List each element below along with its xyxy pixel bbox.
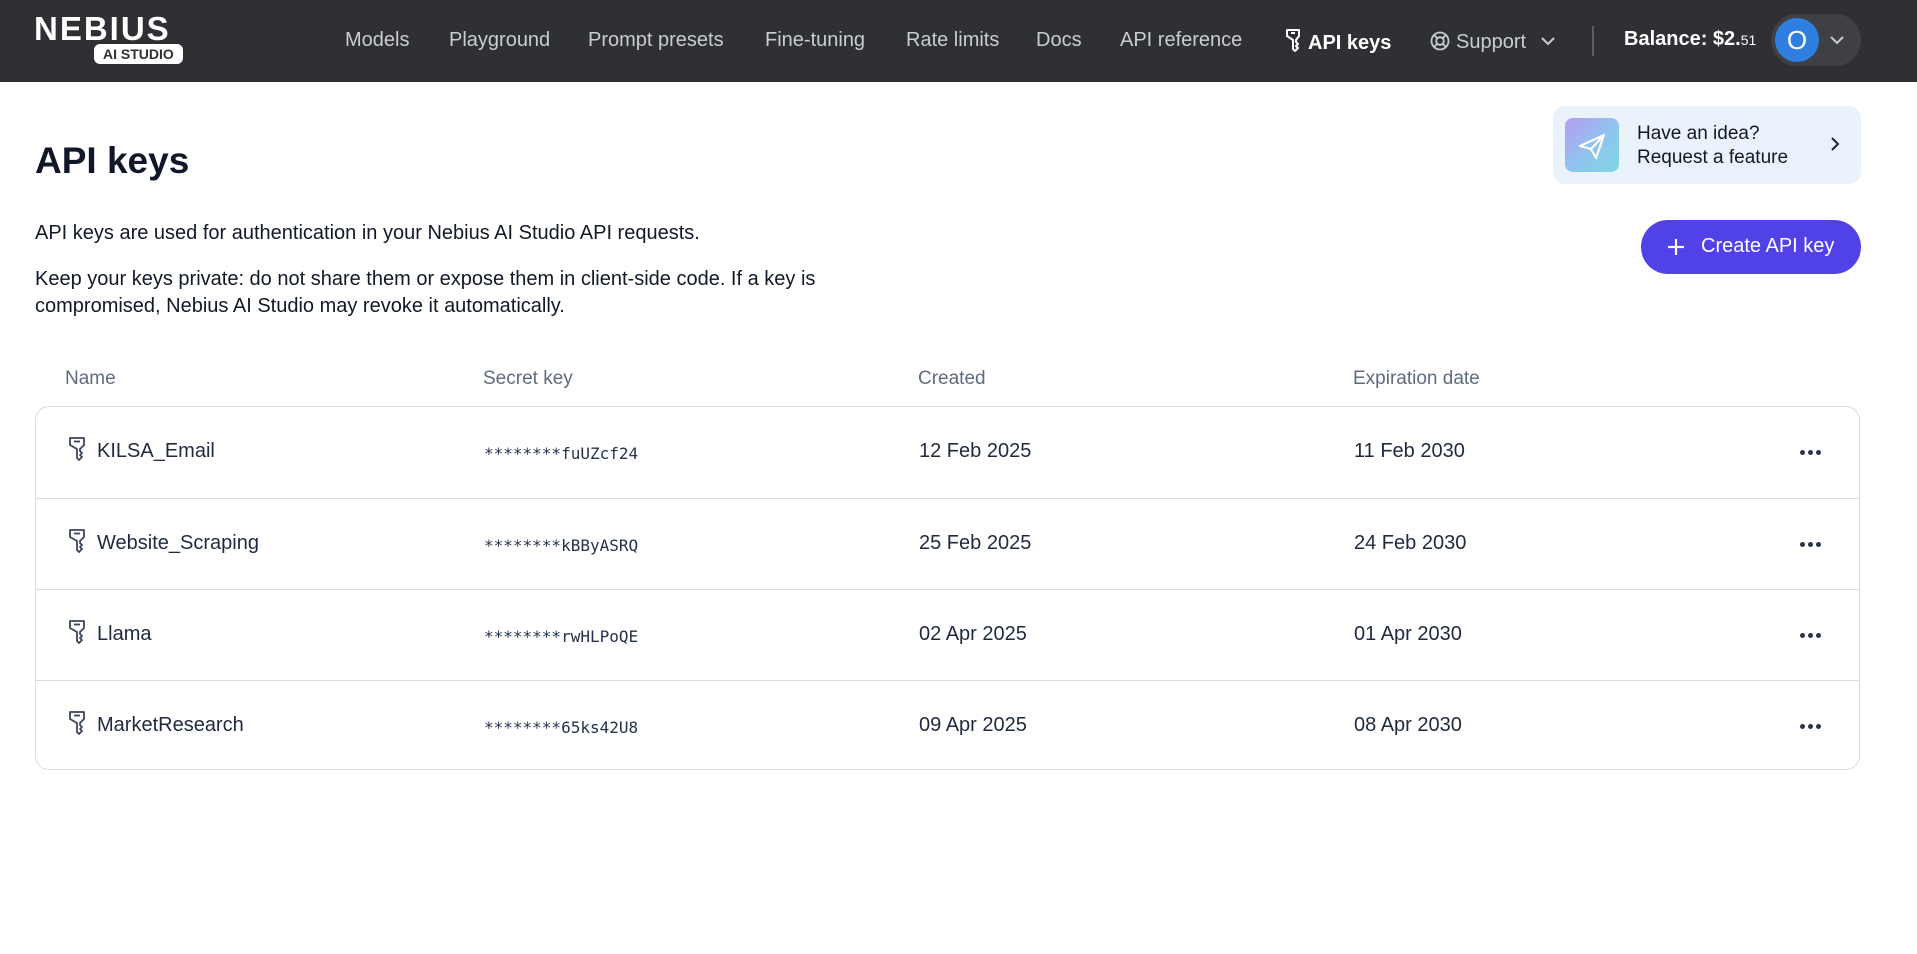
- table-row[interactable]: Llama ********rwHLPoQE 02 Apr 2025 01 Ap…: [36, 589, 1859, 681]
- request-feature-text: Have an idea? Request a feature: [1637, 122, 1788, 170]
- balance-display: Balance: $2.51: [1624, 28, 1756, 51]
- table-row[interactable]: Website_Scraping ********kBByASRQ 25 Feb…: [36, 498, 1859, 590]
- expiration-date: 08 Apr 2030: [1354, 714, 1462, 736]
- created-date: 09 Apr 2025: [919, 714, 1027, 736]
- api-keys-table: KILSA_Email ********fuUZcf24 12 Feb 2025…: [35, 406, 1860, 770]
- page-warning: Keep your keys private: do not share the…: [35, 268, 816, 317]
- page-description: API keys are used for authentication in …: [35, 222, 700, 244]
- balance-cents: 51: [1740, 32, 1757, 48]
- top-navigation-bar: NEBIUS AI STUDIO Models Playground Promp…: [0, 0, 1917, 82]
- logo-subtitle: AI STUDIO: [94, 44, 183, 64]
- balance-amount: Balance: $2.: [1624, 28, 1741, 50]
- nav-api-keys-label: API keys: [1308, 32, 1392, 54]
- nav-api-keys[interactable]: API keys: [1284, 28, 1391, 58]
- key-name: KILSA_Email: [97, 440, 215, 462]
- more-options-icon[interactable]: [1798, 714, 1824, 738]
- key-name: Llama: [97, 623, 152, 645]
- page-title: API keys: [35, 140, 190, 181]
- chevron-right-icon: [1829, 135, 1841, 158]
- create-api-key-button[interactable]: Create API key: [1641, 220, 1861, 274]
- key-icon: [1284, 28, 1302, 58]
- request-feature-line2: Request a feature: [1637, 147, 1789, 168]
- created-date: 12 Feb 2025: [919, 440, 1032, 462]
- more-options-icon[interactable]: [1798, 532, 1824, 556]
- key-icon: [68, 710, 86, 741]
- nav-api-reference[interactable]: API reference: [1120, 28, 1242, 52]
- create-api-key-label: Create API key: [1701, 235, 1835, 257]
- created-date: 02 Apr 2025: [919, 623, 1027, 645]
- secret-key: ********65ks42U8: [484, 718, 639, 737]
- nav-docs[interactable]: Docs: [1036, 28, 1082, 52]
- nav-support[interactable]: Support: [1430, 28, 1556, 57]
- nav-divider: [1592, 26, 1594, 56]
- account-menu[interactable]: O: [1771, 14, 1861, 66]
- nav-models[interactable]: Models: [345, 28, 409, 52]
- column-header-name[interactable]: Name: [65, 368, 116, 390]
- logo-wordmark: NEBIUS: [34, 10, 171, 47]
- key-icon: [68, 619, 86, 650]
- table-row[interactable]: MarketResearch ********65ks42U8 09 Apr 2…: [36, 680, 1859, 772]
- secret-key: ********rwHLPoQE: [484, 627, 639, 646]
- expiration-date: 01 Apr 2030: [1354, 623, 1462, 645]
- lifebuoy-icon: [1430, 31, 1450, 57]
- column-header-expiration-date[interactable]: Expiration date: [1353, 368, 1480, 390]
- expiration-date: 24 Feb 2030: [1354, 532, 1467, 554]
- avatar: O: [1775, 18, 1819, 62]
- nav-prompt-presets[interactable]: Prompt presets: [588, 28, 724, 52]
- key-name: MarketResearch: [97, 714, 244, 736]
- chevron-down-icon: [1829, 32, 1845, 50]
- key-icon: [68, 528, 86, 559]
- key-icon: [68, 436, 86, 467]
- more-options-icon[interactable]: [1798, 623, 1824, 647]
- nav-support-label: Support: [1456, 31, 1527, 53]
- secret-key: ********fuUZcf24: [484, 444, 639, 463]
- secret-key: ********kBByASRQ: [484, 536, 639, 555]
- table-row[interactable]: KILSA_Email ********fuUZcf24 12 Feb 2025…: [36, 407, 1859, 498]
- more-options-icon[interactable]: [1798, 440, 1824, 464]
- key-name: Website_Scraping: [97, 532, 259, 554]
- chevron-down-icon: [1540, 28, 1556, 52]
- nav-playground[interactable]: Playground: [449, 28, 550, 52]
- column-header-secret-key[interactable]: Secret key: [483, 368, 573, 390]
- nav-fine-tuning[interactable]: Fine-tuning: [765, 28, 865, 52]
- expiration-date: 11 Feb 2030: [1354, 440, 1465, 462]
- nebius-logo[interactable]: NEBIUS AI STUDIO: [34, 10, 190, 64]
- created-date: 25 Feb 2025: [919, 532, 1032, 554]
- paper-plane-icon: [1565, 118, 1619, 172]
- nav-rate-limits[interactable]: Rate limits: [906, 28, 999, 52]
- request-feature-line1: Have an idea?: [1637, 123, 1760, 144]
- plus-icon: [1665, 236, 1687, 264]
- column-header-created[interactable]: Created: [918, 368, 986, 390]
- request-feature-card[interactable]: Have an idea? Request a feature: [1553, 106, 1861, 184]
